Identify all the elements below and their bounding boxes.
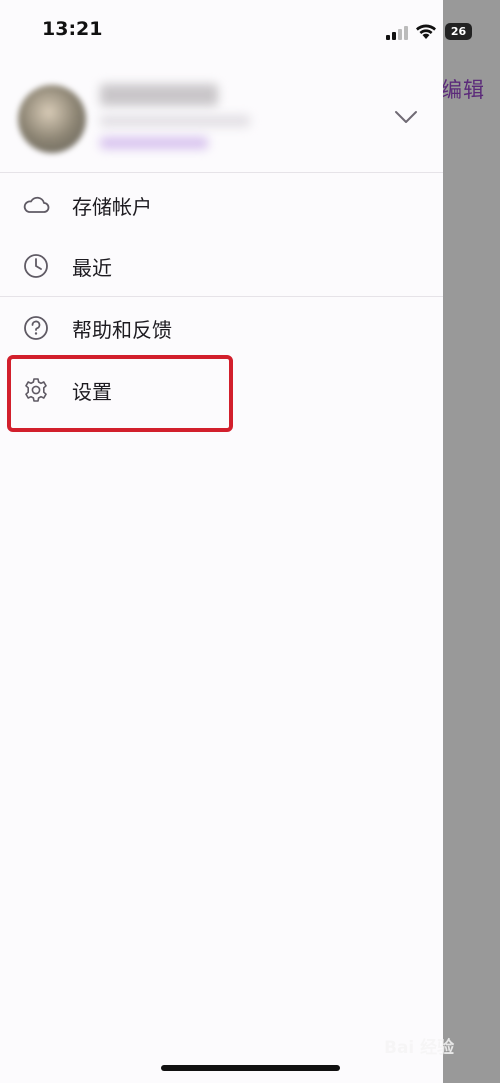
chevron-down-icon[interactable] [394,110,418,124]
edit-button[interactable]: 编辑 [441,74,485,104]
menu-item-storage-accounts[interactable]: 存储帐户 [0,174,443,236]
divider [0,172,443,173]
cellular-signal-icon [386,26,408,40]
status-bar: 13:21 [0,0,500,62]
status-time: 13:21 [42,18,103,40]
clock-icon [22,252,50,280]
battery-level: 26 [445,23,472,40]
menu-label-recent: 最近 [72,255,112,280]
avatar[interactable] [18,85,86,153]
watermark: Bai 经验 [384,1038,455,1058]
menu-item-help-feedback[interactable]: 帮助和反馈 [0,297,443,359]
help-icon [22,314,50,342]
account-name [100,84,218,106]
navigation-drawer: 13:21 存储帐户 最近 帮助和反馈 设置 [0,0,443,1083]
highlight-annotation [7,355,233,432]
menu-label-storage-accounts: 存储帐户 [72,194,152,219]
account-link[interactable] [100,137,208,149]
battery-tip [473,28,476,35]
cloud-icon [22,191,50,219]
home-indicator[interactable] [161,1065,340,1071]
dimmed-overlay[interactable] [443,0,500,1083]
menu-item-recent[interactable]: 最近 [0,235,443,297]
account-email [100,115,250,127]
account-header[interactable] [0,62,443,172]
battery-indicator: 26 [445,23,476,40]
wifi-icon [416,24,436,39]
menu-label-help-feedback: 帮助和反馈 [72,317,172,342]
